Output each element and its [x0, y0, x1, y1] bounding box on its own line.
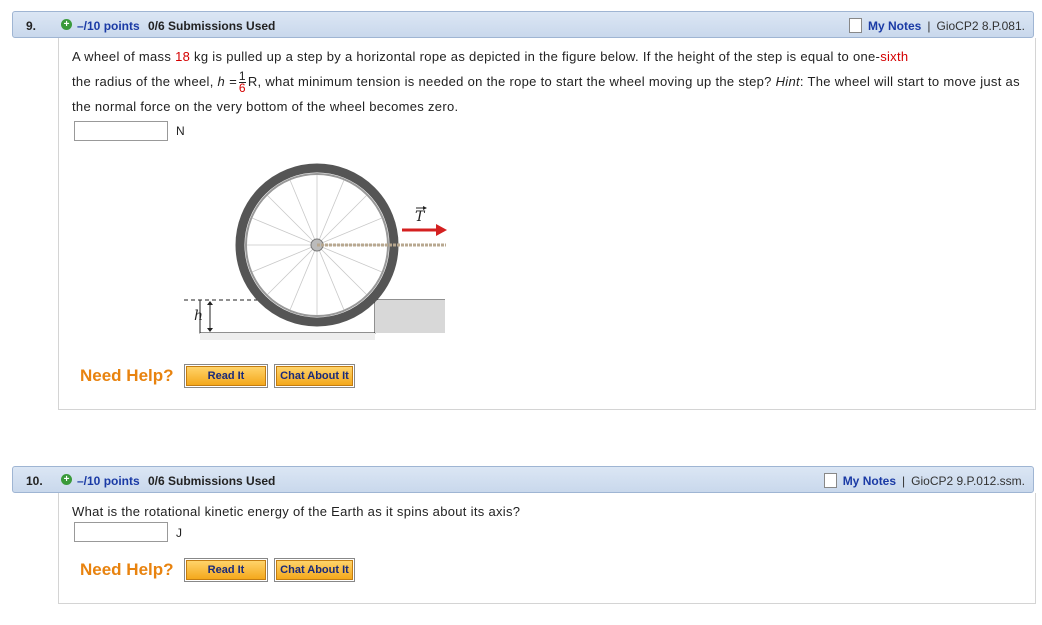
question-number: 10. [26, 474, 43, 488]
fraction: 16 [238, 70, 246, 96]
read-it-button[interactable]: Read It [184, 364, 268, 388]
chat-about-it-button[interactable]: Chat About It [274, 364, 355, 388]
note-icon[interactable] [823, 473, 837, 488]
answer-input-10[interactable] [74, 522, 168, 542]
question-text-part: R, what minimum tension is needed on the… [247, 74, 776, 89]
expand-plus-icon[interactable]: + [61, 19, 72, 30]
question-reference: GioCP2 9.P.012.ssm. [911, 474, 1025, 488]
question-10-text: What is the rotational kinetic energy of… [72, 504, 521, 519]
answer-input-9[interactable] [74, 121, 168, 141]
read-it-button[interactable]: Read It [184, 558, 268, 582]
points-label: –/10 points [77, 19, 140, 33]
unit-label: J [176, 526, 182, 540]
question-10-header: 10. + –/10 points 0/6 Submissions Used M… [12, 466, 1034, 493]
question-reference: GioCP2 8.P.081. [936, 19, 1025, 33]
question-text-part: the radius of the wheel, [72, 74, 218, 89]
fraction-denominator: 6 [238, 81, 246, 96]
chat-about-it-button[interactable]: Chat About It [274, 558, 355, 582]
tension-label: T [415, 209, 426, 225]
points-label: –/10 points [77, 474, 140, 488]
need-help-label: Need Help? [80, 560, 174, 579]
my-notes-link[interactable]: My Notes [843, 474, 896, 488]
notes-area: My Notes | GioCP2 9.P.012.ssm. [823, 473, 1025, 488]
question-9-header: 9. + –/10 points 0/6 Submissions Used My… [12, 11, 1034, 38]
note-icon[interactable] [849, 18, 863, 33]
my-notes-link[interactable]: My Notes [868, 19, 921, 33]
fraction-word: sixth [880, 49, 909, 64]
unit-label: N [176, 124, 185, 138]
separator: | [927, 19, 931, 33]
separator: | [902, 474, 906, 488]
notes-area: My Notes | GioCP2 8.P.081. [849, 18, 1025, 33]
submissions-label: 0/6 Submissions Used [148, 19, 276, 33]
question-text-part: kg is pulled up a step by a horizontal r… [190, 49, 881, 64]
expand-plus-icon[interactable]: + [61, 474, 72, 485]
question-number: 9. [26, 19, 37, 33]
height-label: h [194, 308, 203, 324]
mass-value: 18 [175, 49, 191, 64]
question-9-text: A wheel of mass 18 kg is pulled up a ste… [72, 44, 1022, 119]
hint-label: Hint [775, 74, 800, 89]
need-help-label: Need Help? [80, 366, 174, 385]
question-text-part: A wheel of mass [72, 49, 176, 64]
wheel-step-figure: T h [184, 163, 447, 340]
h-equation: h = [217, 74, 237, 89]
submissions-label: 0/6 Submissions Used [148, 474, 276, 488]
